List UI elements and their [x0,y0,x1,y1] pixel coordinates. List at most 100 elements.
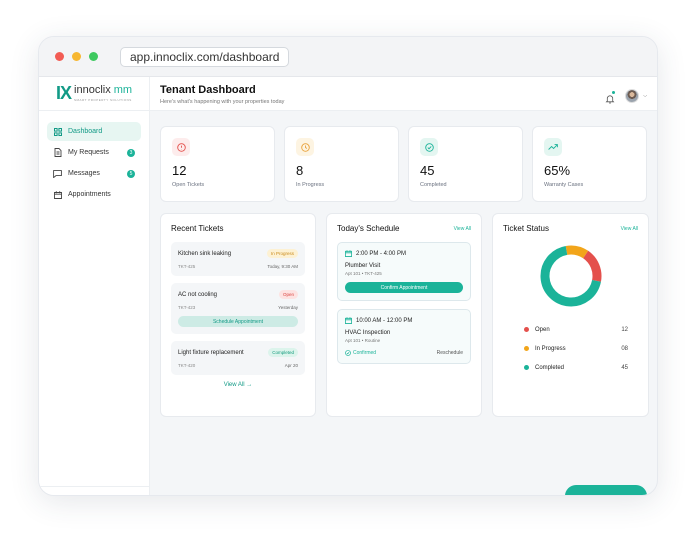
view-all-schedule-link[interactable]: View All [454,226,471,232]
sidebar: IX innoclix mm SMART PROPERTY SOLUTIONS … [39,77,150,495]
appointment-name: Plumber Visit [345,263,381,269]
status-legend: Open 12 In Progress 08 Completed 45 [503,320,638,377]
stat-label: Warranty Cases [544,182,584,188]
legend-label: Open [535,326,550,333]
sidebar-footer-divider [39,486,149,487]
ticket-id: TKT-420 [178,363,196,368]
appointment-meta: Apt 101 • Routine [345,338,381,343]
legend-row-in-progress: In Progress 08 [503,339,638,358]
appointment-item[interactable]: 2:00 PM - 4:00 PM Plumber Visit Apt 101 … [337,242,471,301]
appointment-name: HVAC Inspection [345,330,391,336]
stat-value: 65% [544,163,571,178]
legend-value: 12 [621,326,628,333]
sidebar-item-label: Messages [68,170,100,177]
status-badge: In Progress [266,249,298,258]
page-title: Tenant Dashboard [160,84,256,96]
ticket-date: Apr 20 [284,363,298,368]
document-icon [53,148,62,157]
stat-card-open-tickets[interactable]: 12 Open Tickets [160,126,275,202]
sidebar-item-my-requests[interactable]: My Requests 3 [47,143,141,162]
appointment-time: 10:00 AM - 12:00 PM [356,317,413,324]
sidebar-nav: Dashboard My Requests 3 Messages 5 Appoi… [39,111,149,204]
sidebar-item-appointments[interactable]: Appointments [47,185,141,204]
stat-value: 45 [420,163,435,178]
ticket-item[interactable]: Light fixture replacement Completed TKT-… [171,341,305,375]
status-badge: Completed [268,348,298,357]
brand-name: innoclix mm [74,84,133,96]
ticket-id: TKT-423 [178,305,196,310]
calendar-icon [53,190,62,199]
view-all-tickets-link[interactable]: View All → [171,382,305,388]
view-all-status-link[interactable]: View All [621,226,638,232]
check-circle-icon [345,350,351,356]
ticket-title: Kitchen sink leaking [178,250,232,257]
legend-row-open: Open 12 [503,320,638,339]
schedule-appointment-button[interactable]: Schedule Appointment [178,316,298,327]
donut-segment-open[interactable] [582,250,601,282]
minimize-window-dot[interactable] [72,52,81,61]
confirm-appointment-button[interactable]: Confirm Appointment [345,282,463,293]
recent-tickets-card: Recent Tickets Kitchen sink leaking In P… [160,213,316,417]
appointment-meta: Apt 101 • TKT-425 [345,271,382,276]
sidebar-item-label: Dashboard [68,128,103,135]
clock-icon [296,138,314,156]
main-content: Tenant Dashboard Here's what's happening… [150,77,657,495]
appointment-item[interactable]: 10:00 AM - 12:00 PM HVAC Inspection Apt … [337,309,471,364]
legend-value: 08 [621,345,628,352]
ticket-date: Yesterday [278,305,298,310]
schedule-card: Today's Schedule View All 2:00 PM - 4:00… [326,213,482,417]
ticket-title: AC not cooling [178,291,218,298]
ticket-status-donut [540,245,601,307]
donut-segment-in-progress[interactable] [565,245,588,259]
legend-value: 45 [621,364,628,371]
browser-titlebar: app.innoclix.com/dashboard [39,37,657,77]
ticket-item[interactable]: Kitchen sink leaking In Progress TKT-425… [171,242,305,276]
card-title: Recent Tickets [171,224,224,233]
notifications-bell-icon[interactable] [605,91,616,104]
stat-value: 12 [172,163,187,178]
avatar[interactable] [625,89,640,103]
legend-dot [524,346,529,351]
browser-window: app.innoclix.com/dashboard IX innoclix m… [38,36,658,496]
chat-icon [53,169,62,178]
check-circle-icon [420,138,438,156]
ticket-id: TKT-425 [178,264,196,269]
legend-label: Completed [535,364,565,371]
ticket-date: Today, 9:30 AM [267,264,298,269]
stat-card-completed[interactable]: 45 Completed [408,126,523,202]
stat-label: Open Tickets [172,182,205,188]
sidebar-item-dashboard[interactable]: Dashboard [47,122,141,141]
ticket-item[interactable]: AC not cooling Open TKT-423 Yesterday Sc… [171,283,305,334]
grid-icon [53,127,62,136]
sidebar-item-label: My Requests [68,149,109,156]
alert-circle-icon [172,138,190,156]
stat-card-in-progress[interactable]: 8 In Progress [284,126,399,202]
legend-row-completed: Completed 45 [503,358,638,377]
page-subtitle: Here's what's happening with your proper… [160,99,285,105]
stat-label: In Progress [296,182,325,188]
brand-logo[interactable]: IX innoclix mm SMART PROPERTY SOLUTIONS [39,77,149,111]
messages-count-badge: 5 [127,169,135,178]
ticket-title: Light fixture replacement [178,349,244,356]
sidebar-item-messages[interactable]: Messages 5 [47,164,141,183]
maximize-window-dot[interactable] [89,52,98,61]
legend-dot [524,327,529,332]
confirmed-status: Confirmed [345,350,376,356]
calendar-icon [345,317,352,324]
stats-row: 12 Open Tickets 8 In Progress 45 Complet… [160,126,647,202]
logo-mark: IX [56,83,72,103]
card-title: Ticket Status [503,224,549,233]
ticket-status-card: Ticket Status View All Open 12 In Progre… [492,213,649,417]
floating-action-button[interactable] [565,485,647,495]
stat-value: 8 [296,163,304,178]
address-bar[interactable]: app.innoclix.com/dashboard [120,46,290,67]
legend-label: In Progress [535,345,566,352]
reschedule-link[interactable]: Reschedule [437,350,463,356]
trending-up-icon [544,138,562,156]
sidebar-item-label: Appointments [68,191,111,198]
stat-card-warranty-cases[interactable]: 65% Warranty Cases [532,126,647,202]
calendar-icon [345,250,352,257]
close-window-dot[interactable] [55,52,64,61]
chevron-down-icon[interactable]: ⌵ [643,93,647,99]
stat-label: Completed [420,182,447,188]
